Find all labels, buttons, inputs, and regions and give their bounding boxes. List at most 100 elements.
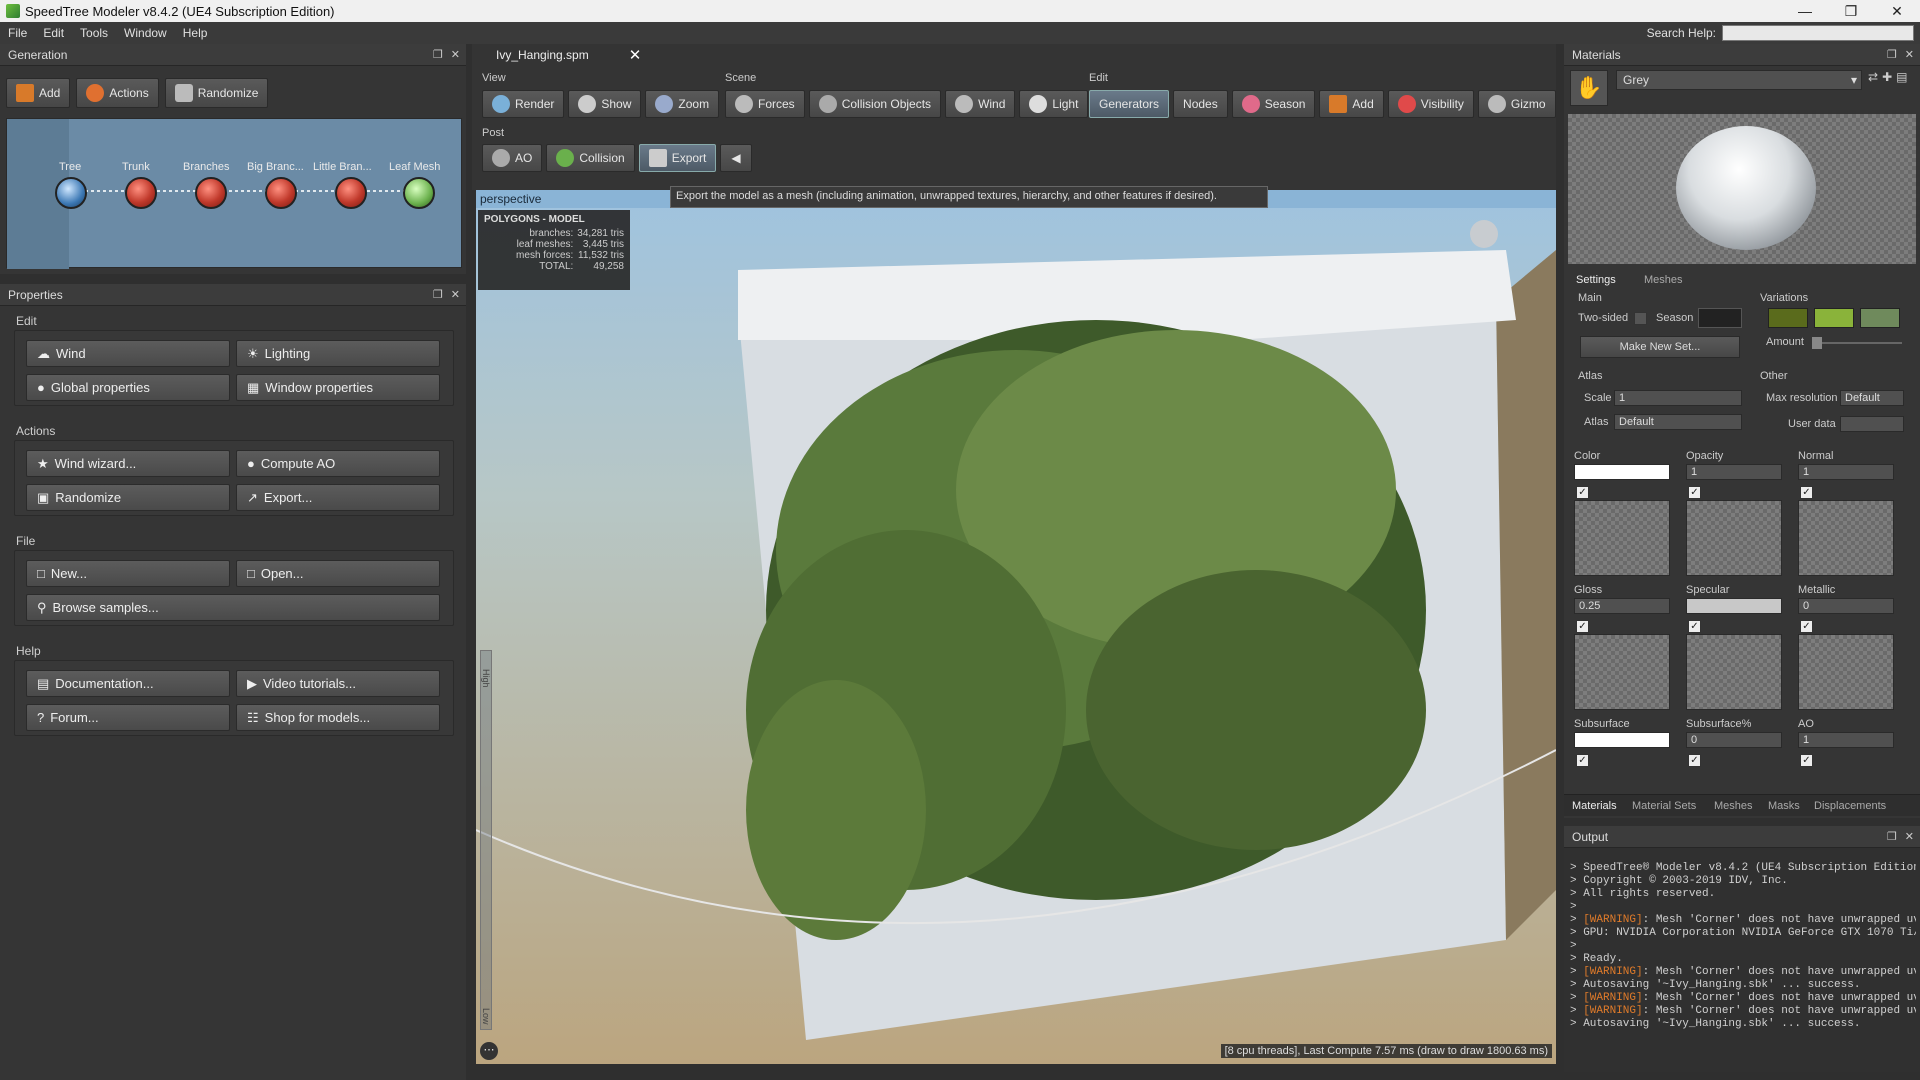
map-ao-checkbox[interactable]: ✓	[1800, 754, 1813, 767]
close-window-button[interactable]: ✕	[1874, 3, 1920, 20]
document-tab[interactable]: Ivy_Hanging.spm ✕	[482, 44, 641, 66]
map-gloss-texture[interactable]	[1574, 634, 1670, 710]
material-preview[interactable]	[1568, 114, 1916, 264]
nodes-button[interactable]: Nodes	[1173, 90, 1228, 118]
map-subsurface-percent-checkbox[interactable]: ✓	[1688, 754, 1701, 767]
map-subsurface-swatch[interactable]	[1574, 732, 1670, 748]
variation-swatch-3[interactable]	[1860, 308, 1900, 328]
compute-ao-button[interactable]: ● Compute AO	[236, 450, 440, 477]
video-tutorials-button[interactable]: ▶ Video tutorials...	[236, 670, 440, 697]
close-icon[interactable]: ✕	[451, 48, 460, 61]
visibility-button[interactable]: Visibility	[1387, 90, 1474, 118]
wind-button[interactable]: ☁ Wind	[26, 340, 230, 367]
float-icon[interactable]: ❐	[1887, 830, 1897, 843]
tab-displacements[interactable]: Displacements	[1814, 800, 1886, 812]
forum-button[interactable]: ? Forum...	[26, 704, 230, 731]
add-material-icon[interactable]: ✚	[1882, 70, 1892, 84]
wind-wizard-button[interactable]: ★ Wind wizard...	[26, 450, 230, 477]
close-tab-icon[interactable]: ✕	[629, 46, 642, 64]
zoom-button[interactable]: Zoom	[645, 90, 720, 118]
float-icon[interactable]: ❐	[433, 288, 443, 301]
delete-material-icon[interactable]: ▤	[1896, 70, 1907, 84]
export-button[interactable]: Export	[638, 144, 717, 172]
float-icon[interactable]: ❐	[433, 48, 443, 61]
map-ao-input[interactable]: 1	[1798, 732, 1894, 748]
season-button[interactable]: Season	[1231, 90, 1316, 118]
search-help-input[interactable]	[1722, 25, 1914, 41]
global-properties-button[interactable]: ● Global properties	[26, 374, 230, 401]
menu-edit[interactable]: Edit	[43, 26, 64, 40]
map-metallic-texture[interactable]	[1798, 634, 1894, 710]
gizmo-button[interactable]: Gizmo	[1477, 90, 1556, 118]
make-new-set-button[interactable]: Make New Set...	[1580, 336, 1740, 358]
shop-button[interactable]: ☷ Shop for models...	[236, 704, 440, 731]
collision-button[interactable]: Collision	[546, 144, 635, 172]
node-little-branches[interactable]	[335, 177, 367, 209]
map-color-swatch[interactable]	[1574, 464, 1670, 480]
node-leaf-mesh[interactable]	[403, 177, 435, 209]
collision-objects-button[interactable]: Collision Objects	[808, 90, 942, 118]
close-icon[interactable]: ✕	[451, 288, 460, 301]
map-metallic-input[interactable]: 0	[1798, 598, 1894, 614]
atlas-select[interactable]: Default	[1614, 414, 1742, 430]
node-branches[interactable]	[195, 177, 227, 209]
menu-file[interactable]: File	[8, 26, 27, 40]
tab-materials[interactable]: Materials	[1572, 800, 1617, 812]
map-normal-checkbox[interactable]: ✓	[1800, 486, 1813, 499]
map-metallic-checkbox[interactable]: ✓	[1800, 620, 1813, 633]
generators-button[interactable]: Generators	[1089, 90, 1170, 118]
close-icon[interactable]: ✕	[1905, 830, 1914, 843]
map-specular-swatch[interactable]	[1686, 598, 1782, 614]
lighting-button[interactable]: ☀ Lighting	[236, 340, 440, 367]
user-data-input[interactable]	[1840, 416, 1904, 432]
map-specular-texture[interactable]	[1686, 634, 1782, 710]
restore-button[interactable]: ❐	[1828, 3, 1874, 20]
viewport[interactable]: perspective POLYGONS - MODEL branches: 34…	[476, 190, 1556, 1064]
float-icon[interactable]: ❐	[1887, 48, 1897, 61]
show-button[interactable]: Show	[568, 90, 642, 118]
browse-samples-button[interactable]: ⚲ Browse samples...	[26, 594, 440, 621]
map-gloss-checkbox[interactable]: ✓	[1576, 620, 1589, 633]
render-button[interactable]: Render	[482, 90, 565, 118]
node-graph[interactable]: Tree Trunk Branches Big Branc... Little …	[6, 118, 462, 269]
minimize-button[interactable]: —	[1782, 3, 1828, 20]
tab-masks[interactable]: Masks	[1768, 800, 1800, 812]
node-big-branches[interactable]	[265, 177, 297, 209]
map-opacity-checkbox[interactable]: ✓	[1688, 486, 1701, 499]
map-normal-input[interactable]: 1	[1798, 464, 1894, 480]
tab-material-sets[interactable]: Material Sets	[1632, 800, 1696, 812]
link-icon[interactable]: ⇄	[1868, 70, 1878, 84]
tab-meshes[interactable]: Meshes	[1714, 800, 1753, 812]
lod-slider[interactable]: High Low	[480, 650, 492, 1030]
ao-button[interactable]: AO	[482, 144, 543, 172]
node-tree[interactable]	[55, 177, 87, 209]
hand-icon[interactable]: ✋	[1570, 70, 1608, 106]
light-button[interactable]: Light	[1019, 90, 1089, 118]
menu-help[interactable]: Help	[183, 26, 208, 40]
menu-tools[interactable]: Tools	[80, 26, 108, 40]
back-button[interactable]: ◀	[720, 144, 752, 172]
tab-meshes-top[interactable]: Meshes	[1644, 274, 1683, 286]
map-gloss-input[interactable]: 0.25	[1574, 598, 1670, 614]
open-button[interactable]: □ Open...	[236, 560, 440, 587]
map-opacity-texture[interactable]	[1686, 500, 1782, 576]
map-opacity-input[interactable]: 1	[1686, 464, 1782, 480]
add-button[interactable]: Add	[6, 78, 71, 108]
map-subsurface-checkbox[interactable]: ✓	[1576, 754, 1589, 767]
light-direction-icon[interactable]	[1470, 220, 1498, 248]
wind-toolbar-button[interactable]: Wind	[945, 90, 1016, 118]
export-action-button[interactable]: ↗ Export...	[236, 484, 440, 511]
amount-slider[interactable]	[1812, 337, 1902, 349]
more-options-icon[interactable]: ⋯	[480, 1042, 498, 1060]
edit-add-button[interactable]: Add	[1319, 90, 1384, 118]
tab-settings[interactable]: Settings	[1576, 274, 1616, 286]
season-swatch[interactable]	[1698, 308, 1742, 328]
actions-button[interactable]: Actions	[76, 78, 159, 108]
node-trunk[interactable]	[125, 177, 157, 209]
map-color-checkbox[interactable]: ✓	[1576, 486, 1589, 499]
map-color-texture[interactable]	[1574, 500, 1670, 576]
map-specular-checkbox[interactable]: ✓	[1688, 620, 1701, 633]
menu-window[interactable]: Window	[124, 26, 167, 40]
variation-swatch-2[interactable]	[1814, 308, 1854, 328]
max-resolution-select[interactable]: Default	[1840, 390, 1904, 406]
